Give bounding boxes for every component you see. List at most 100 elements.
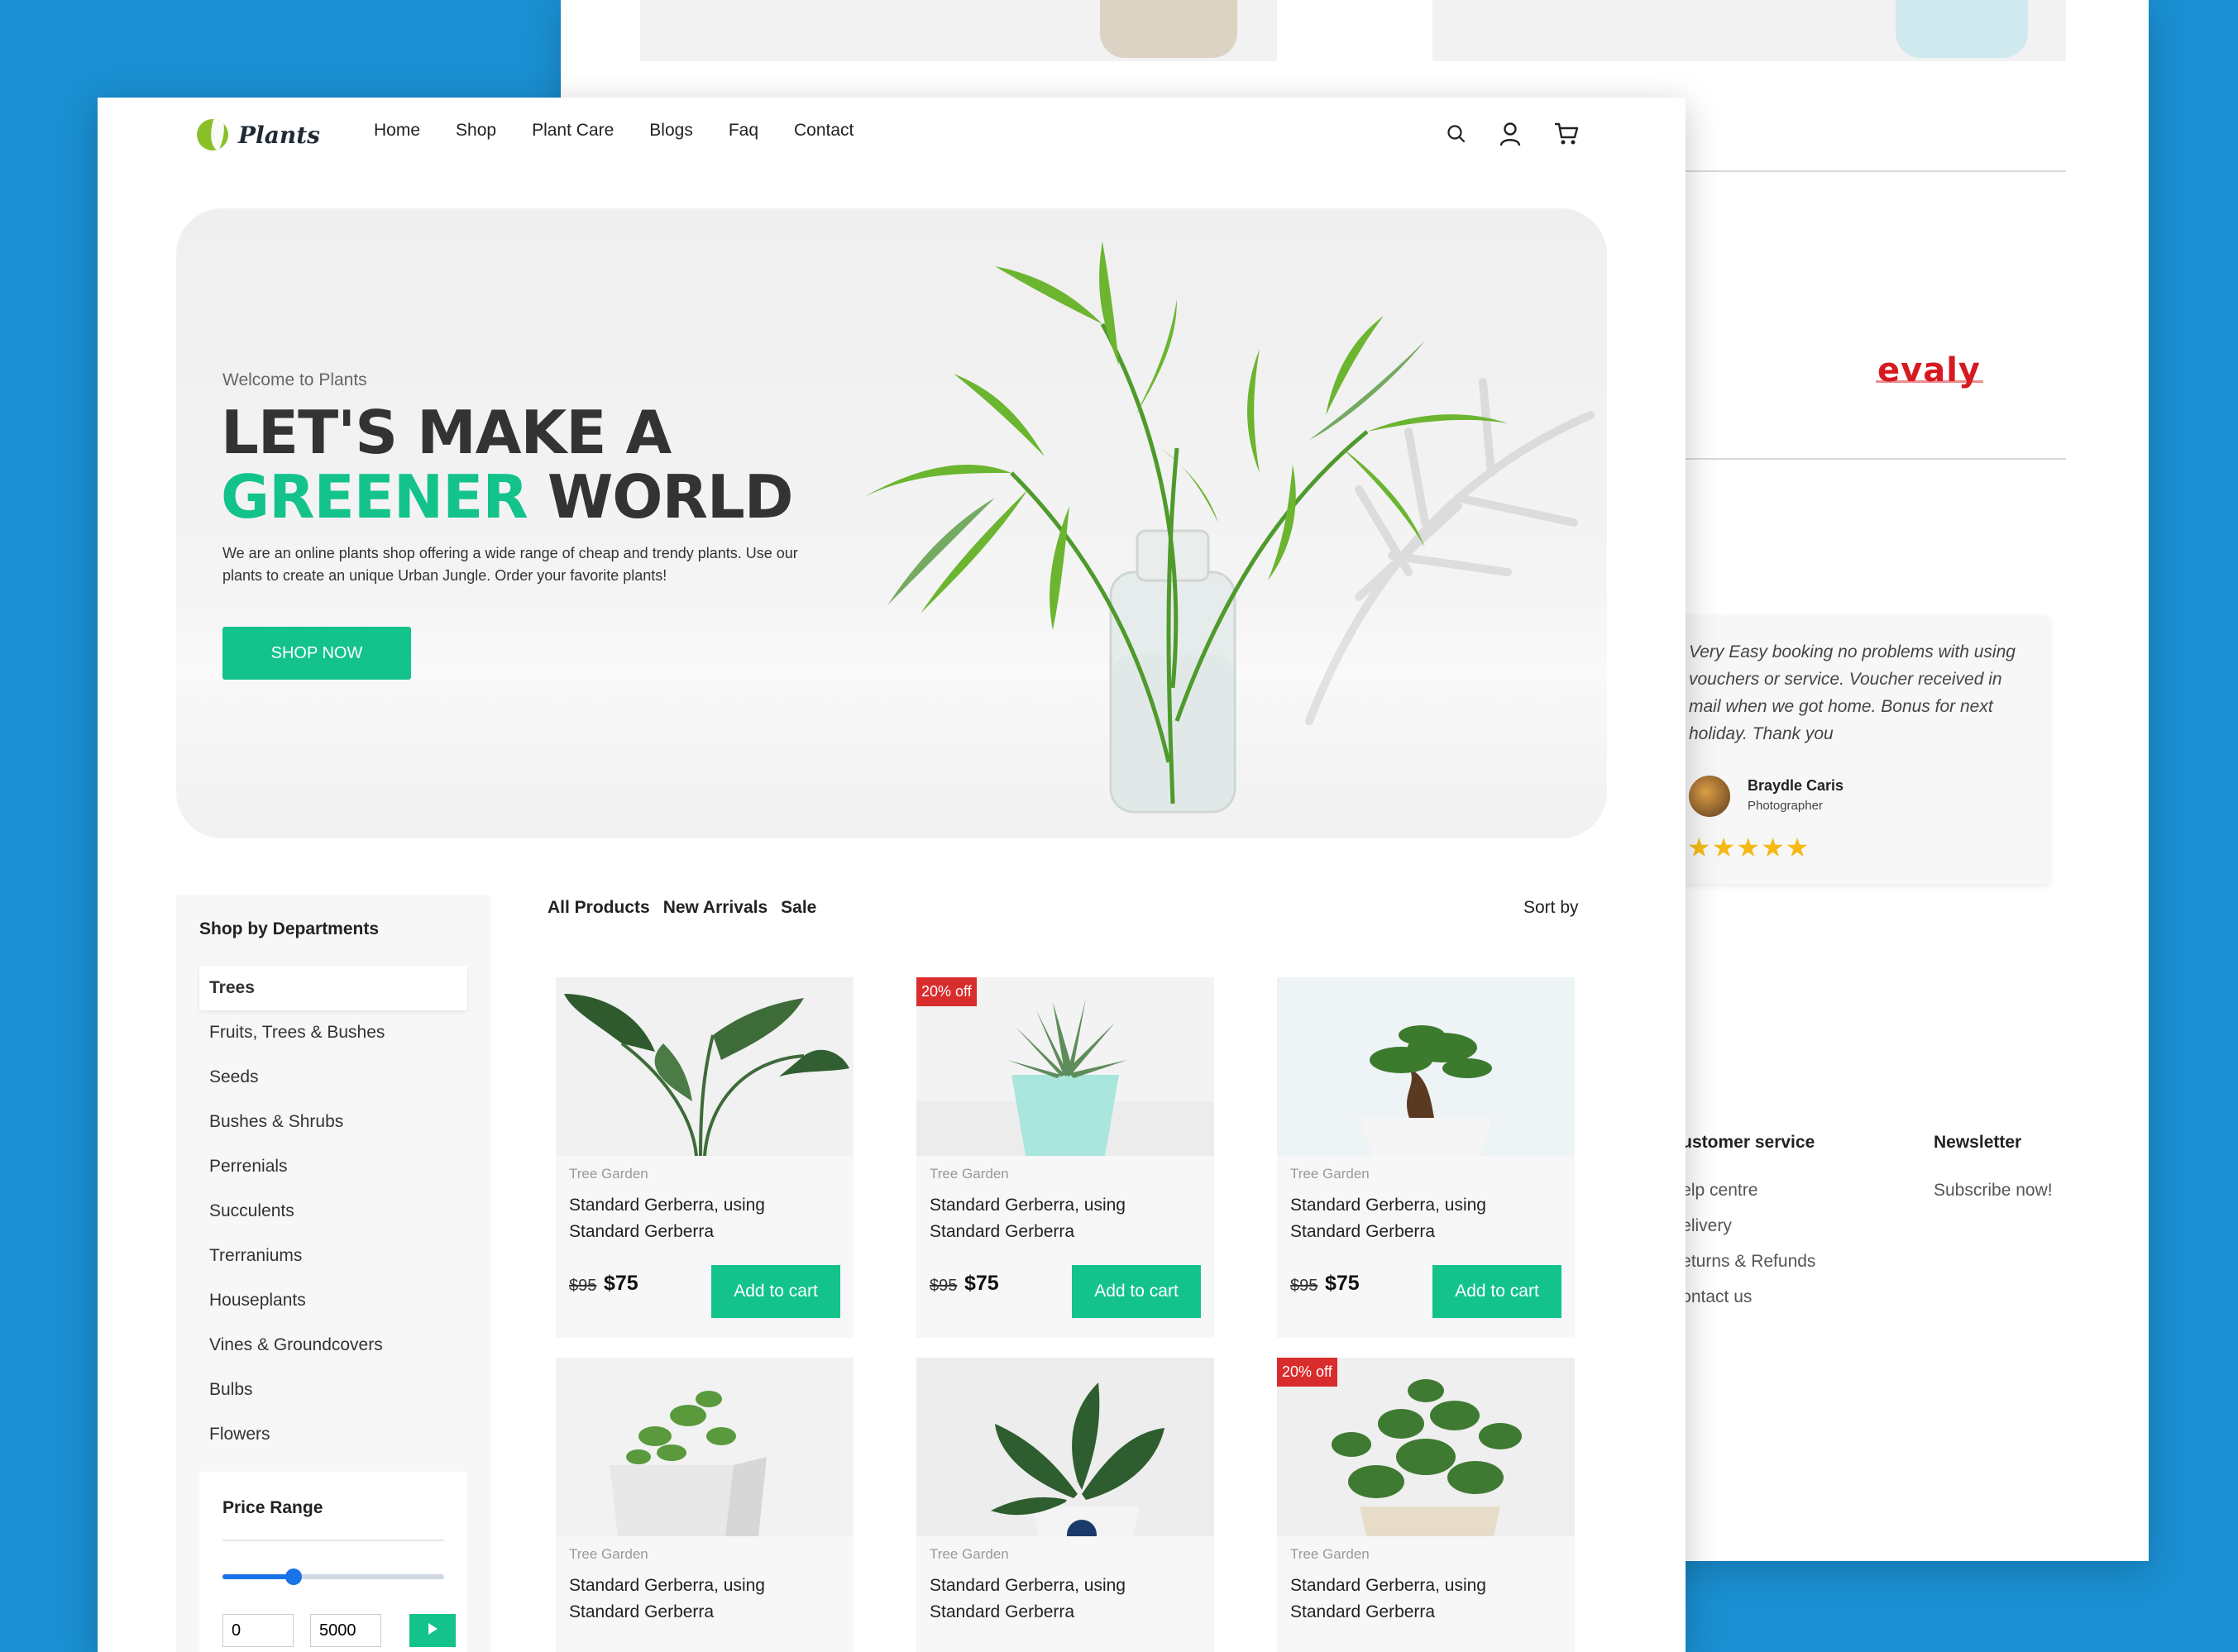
- department-item[interactable]: Houseplants: [199, 1278, 467, 1323]
- product-name[interactable]: Standard Gerberra, using Standard Gerber…: [1290, 1573, 1547, 1626]
- product-price: $75: [604, 1272, 638, 1295]
- department-item[interactable]: Perrenials: [199, 1144, 467, 1189]
- product-price: $75: [1325, 1272, 1360, 1295]
- price-max-input[interactable]: [310, 1614, 381, 1647]
- product-name[interactable]: Standard Gerberra, using Standard Gerber…: [569, 1573, 825, 1626]
- product-vendor: Tree Garden: [569, 1166, 648, 1182]
- product-card[interactable]: Tree Garden Standard Gerberra, using Sta…: [916, 1358, 1214, 1652]
- price-min-input[interactable]: [222, 1614, 294, 1647]
- jade-plant-image: [556, 1358, 854, 1536]
- product-card[interactable]: 20% off Tree Garden Standard Gerberra, u…: [1277, 1358, 1575, 1652]
- divider: [222, 1540, 444, 1541]
- product-card[interactable]: Tree Garden Standard Gerberra, using Sta…: [556, 1358, 854, 1652]
- hero-title-line2: GREENER WORLD: [221, 462, 794, 532]
- nav-home[interactable]: Home: [374, 121, 420, 141]
- price-slider-handle[interactable]: [285, 1568, 302, 1585]
- footer-title-newsletter: Newsletter: [1934, 1133, 2022, 1152]
- department-item[interactable]: Succulents: [199, 1189, 467, 1234]
- product-name[interactable]: Standard Gerberra, using Standard Gerber…: [930, 1573, 1186, 1626]
- shop-now-button[interactable]: SHOP NOW: [222, 627, 411, 680]
- main-page: Plants Home Shop Plant Care Blogs Faq Co…: [98, 98, 1686, 1652]
- discount-badge: 20% off: [1277, 1358, 1337, 1387]
- product-card[interactable]: 20% off Tree Garden Standard Gerberra, u…: [916, 977, 1214, 1338]
- discount-badge: 20% off: [916, 977, 977, 1006]
- product-name[interactable]: Standard Gerberra, using Standard Gerber…: [1290, 1192, 1547, 1245]
- product-thumbnail: [640, 0, 1277, 61]
- divider: [1686, 170, 2066, 172]
- plant-vase-image: [863, 241, 1595, 814]
- product-name[interactable]: Standard Gerberra, using Standard Gerber…: [569, 1192, 825, 1245]
- monstera-plant-image: [556, 977, 854, 1156]
- sidebar-title: Shop by Departments: [199, 919, 380, 938]
- search-icon[interactable]: [1446, 123, 1467, 145]
- footer-title-customer-service: Customer service: [1669, 1133, 1815, 1152]
- department-item[interactable]: Fruits, Trees & Bushes: [199, 1010, 467, 1055]
- brand-logo: evaly: [1877, 351, 1981, 389]
- apply-price-button[interactable]: [409, 1614, 456, 1647]
- product-old-price: $95: [569, 1277, 597, 1295]
- department-list: Trees Fruits, Trees & Bushes Seeds Bushe…: [199, 966, 467, 1457]
- price-range-panel: Price Range: [199, 1472, 467, 1652]
- hero-description: We are an online plants shop offering a …: [222, 545, 798, 584]
- product-image[interactable]: [1277, 977, 1575, 1156]
- department-item[interactable]: Bulbs: [199, 1368, 467, 1412]
- nav-shop[interactable]: Shop: [456, 121, 496, 141]
- rubber-plant-image: [916, 1358, 1214, 1536]
- newsletter-subscribe-link[interactable]: Subscribe now!: [1934, 1181, 2053, 1201]
- tab-all-products[interactable]: All Products: [548, 898, 650, 918]
- product-image[interactable]: [916, 1358, 1214, 1536]
- reviewer-role: Photographer: [1748, 799, 1823, 813]
- nav-plant-care[interactable]: Plant Care: [532, 121, 614, 141]
- tab-sale[interactable]: Sale: [781, 898, 816, 918]
- hero-title-rest: WORLD: [527, 462, 794, 532]
- product-image[interactable]: 20% off: [916, 977, 1214, 1156]
- add-to-cart-button[interactable]: Add to cart: [1432, 1265, 1561, 1318]
- department-item[interactable]: Bushes & Shrubs: [199, 1100, 467, 1144]
- divider: [1686, 458, 2066, 460]
- cart-icon[interactable]: [1553, 122, 1580, 146]
- add-to-cart-button[interactable]: Add to cart: [1072, 1265, 1201, 1318]
- add-to-cart-button[interactable]: Add to cart: [711, 1265, 840, 1318]
- product-vendor: Tree Garden: [569, 1546, 648, 1562]
- product-vendor: Tree Garden: [1290, 1166, 1370, 1182]
- product-name[interactable]: Standard Gerberra, using Standard Gerber…: [930, 1192, 1186, 1245]
- department-item-trees[interactable]: Trees: [199, 966, 467, 1010]
- department-item[interactable]: Trerraniums: [199, 1234, 467, 1278]
- product-vendor: Tree Garden: [930, 1546, 1009, 1562]
- hero-title-highlight: GREENER: [221, 462, 528, 532]
- product-filter-tabs: All Products New Arrivals Sale: [548, 898, 816, 918]
- tab-new-arrivals[interactable]: New Arrivals: [663, 898, 768, 918]
- bonsai-tree-image: [1277, 977, 1575, 1156]
- avatar: [1689, 776, 1730, 817]
- product-image[interactable]: 20% off: [1277, 1358, 1575, 1536]
- reviewer-name: Braydle Caris: [1748, 777, 1844, 794]
- logo[interactable]: Plants: [197, 119, 320, 150]
- product-card[interactable]: Tree Garden Standard Gerberra, using Sta…: [556, 977, 854, 1338]
- play-icon: [428, 1622, 438, 1635]
- department-item[interactable]: Vines & Groundcovers: [199, 1323, 467, 1368]
- product-image[interactable]: [556, 977, 854, 1156]
- department-item[interactable]: Flowers: [199, 1412, 467, 1457]
- user-icon[interactable]: [1499, 121, 1522, 147]
- review-card: Very Easy booking no problems with using…: [1669, 615, 2049, 884]
- departments-sidebar: Shop by Departments Trees Fruits, Trees …: [176, 895, 490, 1652]
- footer-link[interactable]: Returns & Refunds: [1669, 1252, 1815, 1272]
- star-rating: ★★★★★: [1687, 833, 1810, 862]
- hero-title: LET'S MAKE A GREENER WORLD: [221, 398, 794, 532]
- nav-faq[interactable]: Faq: [729, 121, 758, 141]
- price-slider[interactable]: [222, 1568, 444, 1585]
- sort-by-dropdown[interactable]: Sort by: [1523, 898, 1579, 918]
- product-vendor: Tree Garden: [930, 1166, 1009, 1182]
- review-text: Very Easy booking no problems with using…: [1689, 642, 2016, 743]
- nav-contact[interactable]: Contact: [794, 121, 854, 141]
- leaf-logo-icon: [197, 119, 228, 150]
- nav-blogs[interactable]: Blogs: [649, 121, 693, 141]
- product-old-price: $95: [930, 1277, 958, 1295]
- brand-logo-tagline: [1876, 380, 1983, 383]
- product-old-price: $95: [1290, 1277, 1318, 1295]
- department-item[interactable]: Seeds: [199, 1055, 467, 1100]
- product-image[interactable]: [556, 1358, 854, 1536]
- hero-title-line1: LET'S MAKE A: [221, 398, 672, 467]
- main-nav: Home Shop Plant Care Blogs Faq Contact: [374, 121, 889, 141]
- product-card[interactable]: Tree Garden Standard Gerberra, using Sta…: [1277, 977, 1575, 1338]
